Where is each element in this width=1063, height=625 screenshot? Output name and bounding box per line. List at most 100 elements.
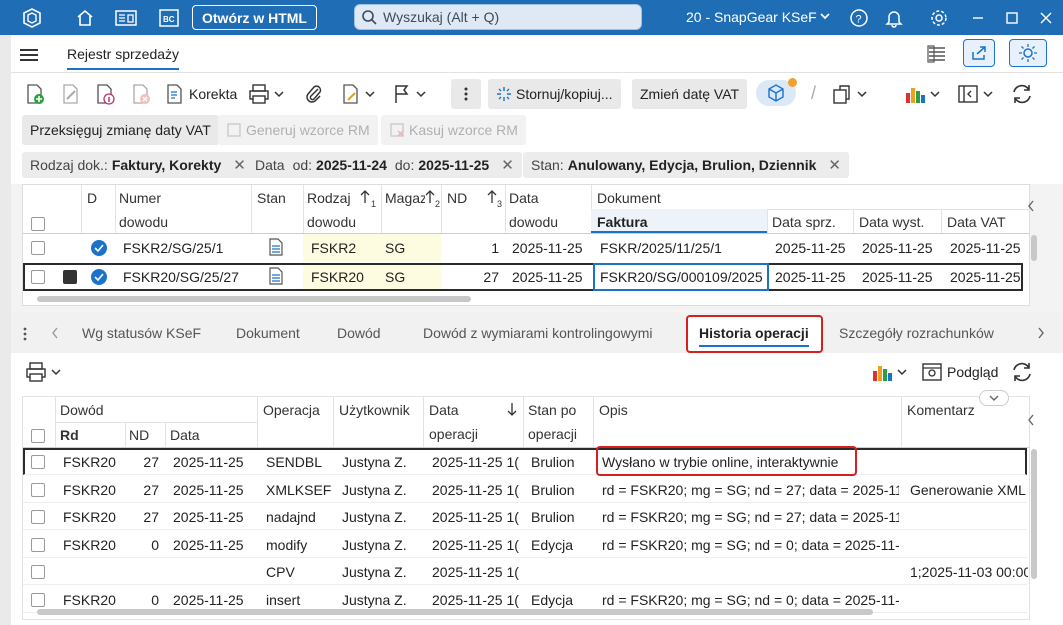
filter-chip-stan[interactable]: Stan: Anulowany, Edycja, Brulion, Dzienn…: [523, 152, 849, 178]
theme-button[interactable]: [1009, 39, 1047, 67]
col-header-data-sprz[interactable]: Data sprz.: [772, 214, 836, 230]
tab-dokument[interactable]: Dokument: [236, 325, 300, 341]
company-selector[interactable]: 20 - SnapGear KSeF: [686, 9, 817, 25]
horizontal-scrollbar[interactable]: [37, 609, 873, 615]
more-vertical-icon[interactable]: [23, 327, 27, 341]
table-row-selected[interactable]: FSKR20/SG/25/27 FSKR20 SG 27 2025-11-25 …: [23, 263, 1023, 291]
przeksieguj-button[interactable]: Przeksięguj zmianę daty VAT: [22, 115, 219, 145]
tab-szczegoly-rozrachunkow[interactable]: Szczegóły rozrachunków: [839, 325, 994, 341]
filter-chip-rodzaj[interactable]: Rodzaj dok.: Faktury, Korekty ✕: [22, 152, 254, 178]
col-header-nd[interactable]: ND: [447, 190, 467, 206]
home-icon[interactable]: [71, 5, 99, 31]
korekta-button[interactable]: Korekta: [165, 83, 237, 105]
col-header-stan-po[interactable]: Stan po: [528, 402, 576, 418]
col-header-numer[interactable]: Numer: [119, 190, 161, 206]
row-checkbox[interactable]: [31, 482, 45, 497]
list-panel-icon[interactable]: [926, 44, 948, 64]
horizontal-scrollbar[interactable]: [37, 296, 471, 302]
tab-statusy-ksef[interactable]: Wg statusów KSeF: [82, 325, 201, 341]
col-header-komentarz[interactable]: Komentarz: [907, 402, 975, 418]
export-button[interactable]: [831, 83, 867, 105]
add-document-icon[interactable]: [25, 83, 45, 105]
kasuj-wzorce-button[interactable]: Kasuj wzorce RM: [381, 115, 526, 145]
hamburger-menu-icon[interactable]: [19, 47, 39, 63]
attachment-icon[interactable]: [304, 83, 324, 105]
help-icon[interactable]: ?: [845, 5, 873, 31]
close-icon[interactable]: ✕: [233, 156, 246, 174]
minimize-icon[interactable]: [964, 5, 992, 31]
tab-dowod[interactable]: Dowód: [337, 325, 381, 341]
chevron-down-icon[interactable]: [819, 9, 831, 23]
maximize-icon[interactable]: [998, 5, 1026, 31]
chart-button[interactable]: [904, 83, 940, 105]
share-button[interactable]: [963, 39, 995, 67]
close-icon[interactable]: [1032, 5, 1060, 31]
col-header-magaz[interactable]: Magaz: [385, 190, 425, 206]
delete-document-icon[interactable]: [131, 83, 151, 105]
row-checkbox[interactable]: [31, 455, 45, 469]
col-header-operacja[interactable]: Operacja: [263, 402, 320, 418]
collapse-button[interactable]: [979, 390, 1009, 406]
col-header-rodzaj[interactable]: Rodzaj: [307, 190, 351, 206]
vertical-scrollbar[interactable]: [1031, 235, 1037, 261]
row-checkbox[interactable]: [31, 510, 45, 524]
col-header-rd[interactable]: Rd: [60, 427, 79, 443]
chart-button[interactable]: [871, 361, 907, 383]
col-header-d[interactable]: D: [87, 190, 97, 206]
table-row-selected[interactable]: FSKR20 27 2025-11-25 SENDBL Justyna Z. 2025-1…: [23, 448, 1027, 475]
chevron-left-icon[interactable]: [1027, 199, 1035, 213]
flag-button[interactable]: [392, 83, 426, 105]
table-row[interactable]: CPV Justyna Z. 2025-11-25 1(1;2025-11-03 0…: [23, 558, 1028, 585]
chevron-left-icon[interactable]: [51, 326, 59, 340]
col-header-opis[interactable]: Opis: [599, 402, 628, 418]
col-header-nd[interactable]: ND: [129, 427, 149, 443]
refresh-icon[interactable]: [1010, 82, 1034, 106]
chevron-right-icon[interactable]: [1037, 326, 1045, 340]
row-checkbox[interactable]: [31, 592, 45, 607]
ksef-cube-button[interactable]: [756, 78, 797, 106]
stornuj-kopiuj-button[interactable]: Stornuj/kopiuj...: [488, 79, 621, 109]
chevron-left-icon[interactable]: [1027, 413, 1035, 427]
vertical-scrollbar[interactable]: [1031, 449, 1037, 579]
close-icon[interactable]: ✕: [828, 156, 841, 174]
layout-button[interactable]: [957, 83, 993, 105]
col-header-data-wyst[interactable]: Data wyst.: [859, 214, 924, 230]
close-icon[interactable]: ✕: [501, 156, 514, 174]
podglad-button[interactable]: Podgląd: [921, 361, 998, 383]
row-checkbox[interactable]: [31, 270, 45, 284]
approve-document-button[interactable]: [341, 83, 375, 105]
table-row[interactable]: FSKR2/SG/25/1 FSKR2 SG 1 2025-11-25 FSKR…: [23, 234, 1023, 262]
more-options-button[interactable]: [451, 79, 481, 109]
col-header-faktura[interactable]: Faktura: [597, 214, 648, 230]
bell-icon[interactable]: [880, 5, 908, 31]
tab-dowod-wymiary[interactable]: Dowód z wymiarami kontrolingowymi: [423, 325, 655, 341]
col-header-data-operacji[interactable]: Data: [429, 402, 459, 418]
col-header-uzytkownik[interactable]: Użytkownik: [339, 402, 410, 418]
edit-document-icon[interactable]: [61, 83, 81, 105]
table-row[interactable]: FSKR20 27 2025-11-25 nadajnd Justyna Z. 2025-…: [23, 503, 1027, 530]
zmien-date-vat-button[interactable]: Zmień datę VAT: [632, 79, 748, 109]
open-in-html-button[interactable]: Otwórz w HTML: [192, 5, 317, 30]
col-header-stan[interactable]: Stan: [257, 190, 286, 206]
document-info-icon[interactable]: [95, 83, 115, 105]
bc-icon[interactable]: BC: [155, 5, 183, 31]
table-row[interactable]: FSKR20 0 2025-11-25 modify Justyna Z. 2025-11…: [23, 531, 1027, 558]
print-button[interactable]: [248, 83, 284, 105]
col-header-data-vat[interactable]: Data VAT: [947, 214, 1006, 230]
refresh-icon[interactable]: [1010, 360, 1034, 384]
print-button[interactable]: [25, 361, 61, 383]
col-header-data[interactable]: Data: [170, 427, 200, 443]
tab-rejestr-sprzedazy[interactable]: Rejestr sprzedaży: [67, 46, 180, 70]
col-header-data[interactable]: Data: [509, 190, 539, 206]
document-list-icon[interactable]: [112, 5, 140, 31]
row-checkbox[interactable]: [31, 241, 45, 255]
select-all-checkbox[interactable]: [31, 429, 45, 443]
generuj-wzorce-button[interactable]: Generuj wzorce RM: [218, 115, 378, 145]
settings-gear-icon[interactable]: [925, 5, 953, 31]
row-checkbox[interactable]: [31, 537, 45, 552]
select-all-checkbox[interactable]: [31, 217, 45, 231]
search-input[interactable]: Wyszukaj (Alt + Q): [354, 4, 642, 30]
filter-chip-data[interactable]: Data od: 2025-11-24 do: 2025-11-25 ✕: [247, 152, 522, 178]
table-row[interactable]: FSKR20 27 2025-11-25 XMLKSEF Justyna Z. 2025-…: [23, 476, 1027, 503]
row-checkbox[interactable]: [31, 565, 45, 579]
